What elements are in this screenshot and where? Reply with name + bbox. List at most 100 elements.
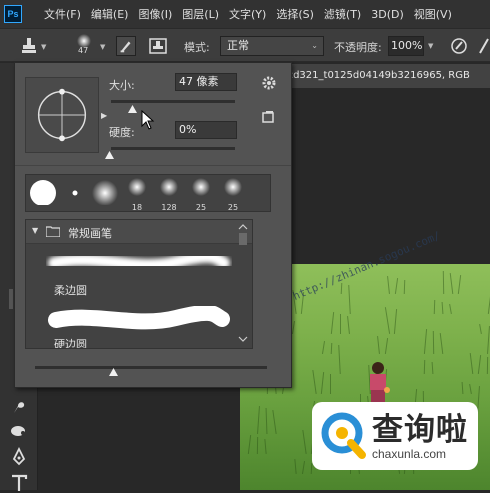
brush-settings-toggle-icon[interactable]	[116, 36, 136, 56]
grass-blade-texture	[457, 275, 462, 294]
hardness-label: 硬度:	[109, 126, 135, 139]
grass-blade-texture	[449, 303, 452, 315]
grass-blade-texture	[264, 438, 267, 455]
size-slider-track[interactable]	[111, 100, 235, 103]
type-tool-icon[interactable]	[9, 473, 29, 493]
dodge-tool-icon[interactable]	[9, 421, 29, 441]
pen-tool-icon[interactable]	[9, 447, 29, 467]
hard-round-stroke-preview[interactable]	[46, 306, 232, 332]
preset-name-hard-round[interactable]: 硬边圆	[54, 336, 87, 348]
soft-round-stroke-preview[interactable]	[46, 250, 232, 276]
grass-blade-texture	[257, 405, 260, 435]
grass-blade-texture	[377, 335, 380, 355]
brush-tip-icon	[160, 178, 178, 196]
menu-layer[interactable]: 图层(L)	[182, 6, 219, 22]
aligned-toggle-icon[interactable]	[478, 37, 490, 55]
grass-blade-texture	[439, 333, 444, 354]
recent-brush-tip[interactable]: 128	[154, 175, 184, 213]
recent-brush-tip[interactable]	[60, 175, 90, 213]
hardness-slider-track[interactable]	[111, 147, 235, 150]
brush-tip-icon	[30, 180, 56, 206]
grass-blade-texture	[340, 314, 341, 334]
recent-brush-tip[interactable]: 18	[122, 175, 152, 213]
angle-flip-arrow-icon[interactable]: ▶	[101, 111, 107, 120]
grass-blade-texture	[340, 282, 343, 295]
menu-type[interactable]: 文字(Y)	[229, 6, 266, 22]
recent-brush-tip[interactable]	[90, 175, 120, 213]
grass-blade-texture	[433, 299, 436, 315]
size-input[interactable]: 47 像素	[175, 73, 237, 91]
menu-bar: Ps 文件(F) 编辑(E) 图像(I) 图层(L) 文字(Y) 选择(S) 滤…	[0, 0, 490, 28]
menu-select[interactable]: 选择(S)	[276, 6, 314, 22]
folder-icon	[46, 226, 60, 237]
brush-tip-icon	[192, 178, 210, 196]
brush-angle-roundness-preview[interactable]	[25, 77, 99, 153]
grass-blade-texture	[338, 344, 341, 375]
size-slider-thumb[interactable]	[128, 105, 138, 113]
grass-blade-texture	[302, 430, 307, 454]
recent-brush-tip[interactable]: 25	[218, 175, 248, 213]
grass-blade-texture	[330, 374, 331, 394]
grass-blade-texture	[394, 278, 399, 294]
brush-picker-chevron-icon[interactable]: ▼	[100, 43, 105, 51]
grass-blade-texture	[247, 435, 252, 454]
grass-blade-texture	[272, 410, 277, 434]
grass-blade-texture	[423, 329, 428, 354]
grass-blade-texture	[431, 361, 434, 375]
preview-size-slider-track[interactable]	[35, 366, 267, 369]
recent-brush-tip[interactable]: 25	[186, 175, 216, 213]
brush-tip-icon	[92, 180, 118, 206]
grass-blade-texture	[384, 307, 391, 334]
panel-divider	[15, 165, 291, 166]
menu-filter[interactable]: 滤镜(T)	[324, 6, 361, 22]
mode-select[interactable]: 正常 ⌄	[220, 36, 324, 56]
preset-list-scrollbar[interactable]	[237, 223, 249, 345]
clone-stamp-tool-icon[interactable]	[20, 37, 38, 55]
grass-blade-texture	[256, 436, 259, 455]
new-preset-icon[interactable]	[261, 110, 275, 124]
logo-title: 查询啦	[372, 412, 468, 448]
menu-view[interactable]: 视图(V)	[414, 6, 452, 22]
grass-blade-texture	[442, 270, 445, 295]
brush-tip-size-label: 18	[131, 203, 143, 212]
grass-blade-texture	[469, 383, 472, 395]
menu-image[interactable]: 图像(I)	[138, 6, 172, 22]
hardness-slider-thumb[interactable]	[105, 151, 114, 159]
preset-name-soft-round[interactable]: 柔边圆	[54, 282, 87, 298]
brush-preset-picker: ▶ 大小: 47 像素 硬度: 0% 18 128 25 25 ▼ 常规画笔 柔…	[14, 62, 292, 388]
menu-file[interactable]: 文件(F)	[44, 6, 81, 22]
brush-tip-size-label: 25	[227, 203, 239, 212]
clone-source-panel-icon[interactable]	[148, 36, 168, 56]
grass-blade-texture	[387, 275, 390, 295]
size-label: 大小:	[109, 79, 135, 92]
recent-brush-tip[interactable]	[28, 175, 58, 213]
magnifier-logo-icon	[321, 412, 366, 459]
grass-blade-texture	[423, 359, 426, 375]
logo-subtitle: chaxunla.com	[372, 447, 447, 461]
photoshop-logo-icon[interactable]: Ps	[4, 5, 22, 23]
brush-tip-icon	[72, 190, 78, 196]
gear-icon[interactable]	[261, 75, 277, 91]
grass-blade-texture	[384, 338, 389, 354]
grass-blade-texture	[320, 372, 325, 394]
grass-blade-texture	[265, 407, 268, 435]
opacity-slider-chevron-icon[interactable]: ▼	[428, 42, 433, 50]
preview-size-slider-thumb[interactable]	[109, 368, 118, 376]
menu-edit[interactable]: 编辑(E)	[91, 6, 129, 22]
menu-3d[interactable]: 3D(D)	[371, 8, 404, 21]
preset-group-header[interactable]: ▼ 常规画笔	[26, 220, 252, 244]
pressure-opacity-icon[interactable]	[450, 37, 468, 55]
chevron-down-icon[interactable]: ▼	[32, 226, 38, 235]
grass-blade-texture	[461, 381, 464, 395]
grass-blade-texture	[403, 279, 406, 295]
grass-blade-texture	[432, 330, 435, 355]
hardness-input[interactable]: 0%	[175, 121, 237, 139]
grass-blade-texture	[312, 370, 317, 394]
mode-label: 模式:	[184, 41, 210, 54]
opacity-input[interactable]: 100%	[388, 36, 424, 56]
options-bar: ▼ 47 ▼ 模式: 正常 ⌄ 不透明度: 100% ▼	[0, 28, 490, 62]
tool-preset-chevron-icon[interactable]: ▼	[41, 43, 46, 51]
grass-blade-texture	[347, 315, 350, 335]
brush-tip-size-label: 25	[195, 203, 207, 212]
smudge-tool-icon[interactable]	[9, 396, 29, 416]
